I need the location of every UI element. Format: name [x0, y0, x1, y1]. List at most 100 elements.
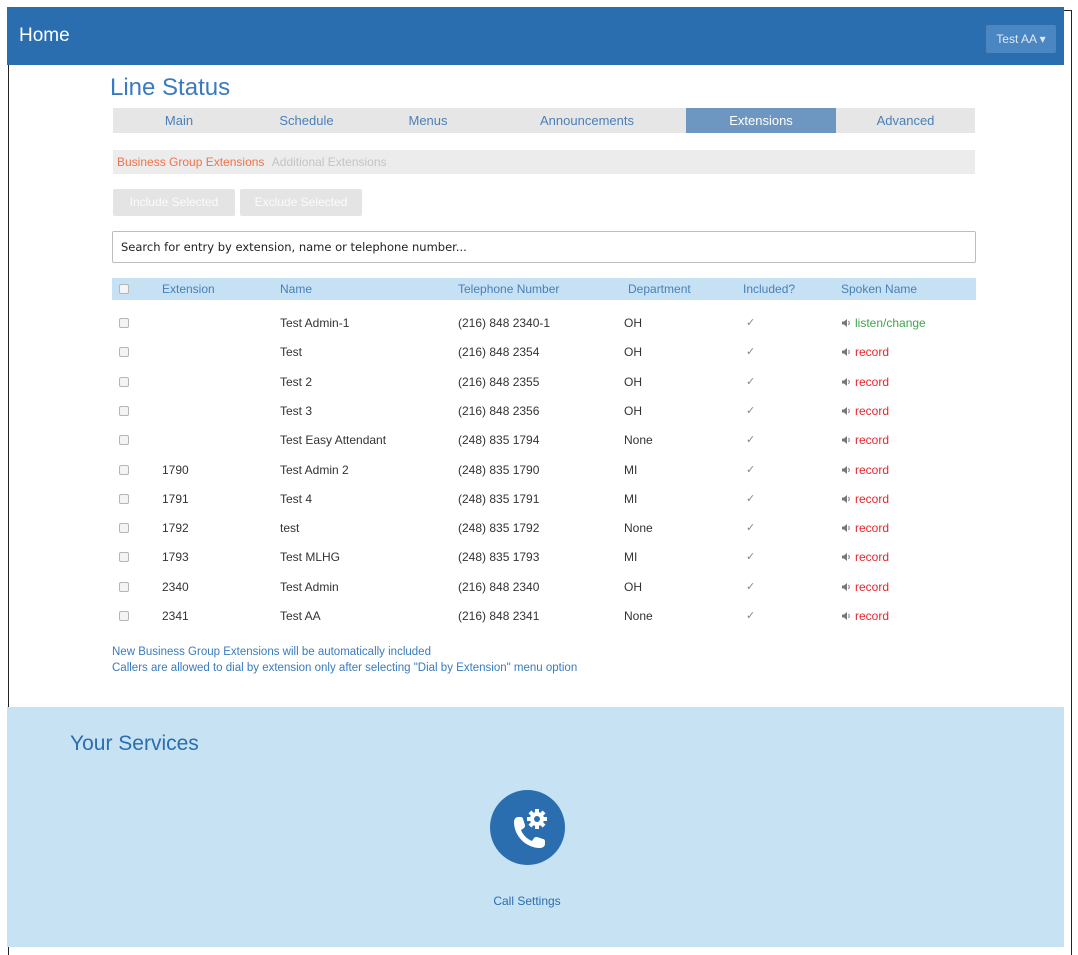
spoken-name-label[interactable]: record — [855, 580, 889, 594]
included-check-icon: ✓ — [746, 464, 756, 476]
cell-name: Test Admin — [280, 580, 339, 594]
cell-telephone-number: (216) 848 2354 — [458, 345, 540, 359]
spoken-name-link[interactable]: record — [841, 488, 889, 510]
tab-menus[interactable]: Menus — [368, 108, 488, 133]
speaker-icon — [842, 378, 850, 386]
speaker-icon — [842, 495, 850, 503]
spoken-name-link[interactable]: record — [841, 429, 889, 451]
spoken-name-label[interactable]: record — [855, 492, 889, 506]
note-dial-by-extension: Callers are allowed to dial by extension… — [112, 662, 578, 674]
services-section: Your Services Call Settings — [7, 707, 1064, 947]
page-title: Line Status — [110, 74, 231, 101]
cell-telephone-number: (216) 848 2356 — [458, 404, 540, 418]
table-row: 1793 Test MLHG (248) 835 1793 MI ✓ record — [112, 546, 976, 568]
table-header: Extension Name Telephone Number Departme… — [112, 278, 976, 300]
spoken-name-link[interactable]: record — [841, 546, 889, 568]
section-tabs: Main Schedule Menus Announcements Extens… — [113, 108, 975, 133]
header-telephone-number[interactable]: Telephone Number — [458, 278, 559, 300]
spoken-name-label[interactable]: record — [855, 463, 889, 477]
spoken-name-link[interactable]: record — [841, 371, 889, 393]
tab-main[interactable]: Main — [113, 108, 245, 133]
call-settings-button[interactable] — [490, 790, 565, 865]
speaker-icon — [842, 407, 850, 415]
spoken-name-label[interactable]: record — [855, 550, 889, 564]
included-check-icon: ✓ — [746, 434, 756, 446]
header-name[interactable]: Name — [280, 278, 312, 300]
tab-advanced[interactable]: Advanced — [836, 108, 975, 133]
subtab-business-group-extensions[interactable]: Business Group Extensions — [117, 155, 264, 169]
included-check-icon: ✓ — [746, 405, 756, 417]
row-checkbox[interactable] — [119, 377, 129, 387]
spoken-name-link[interactable]: record — [841, 400, 889, 422]
table-row: 2341 Test AA (216) 848 2341 None ✓ record — [112, 605, 976, 627]
cell-name: Test MLHG — [280, 550, 341, 564]
speaker-icon — [842, 612, 850, 620]
included-check-icon: ✓ — [746, 346, 756, 358]
row-checkbox[interactable] — [119, 435, 129, 445]
cell-department: None — [624, 433, 653, 447]
spoken-name-link[interactable]: record — [841, 341, 889, 363]
row-checkbox[interactable] — [119, 523, 129, 533]
header-spoken-name[interactable]: Spoken Name — [841, 278, 917, 300]
included-check-icon: ✓ — [746, 610, 756, 622]
table-row: Test Admin-1 (216) 848 2340-1 OH ✓ listen/ch… — [112, 312, 976, 334]
home-link[interactable]: Home — [19, 25, 70, 47]
cell-department: OH — [624, 316, 642, 330]
cell-name: test — [280, 521, 300, 535]
spoken-name-label[interactable]: record — [855, 609, 889, 623]
spoken-name-link[interactable]: record — [841, 459, 889, 481]
tab-schedule[interactable]: Schedule — [245, 108, 368, 133]
spoken-name-label[interactable]: record — [855, 521, 889, 535]
row-checkbox[interactable] — [119, 465, 129, 475]
spoken-name-link[interactable]: record — [841, 605, 889, 627]
spoken-name-link[interactable]: record — [841, 517, 889, 539]
table-row: Test 2 (216) 848 2355 OH ✓ record — [112, 371, 976, 393]
select-all-checkbox[interactable] — [119, 284, 129, 294]
tab-announcements[interactable]: Announcements — [488, 108, 686, 133]
cell-extension: 1791 — [162, 492, 189, 506]
include-selected-button[interactable]: Include Selected — [113, 189, 235, 216]
row-checkbox[interactable] — [119, 347, 129, 357]
cell-extension: 2340 — [162, 580, 189, 594]
cell-department: OH — [624, 580, 642, 594]
call-settings-label[interactable]: Call Settings — [477, 894, 577, 908]
spoken-name-link[interactable]: listen/change — [841, 312, 926, 334]
table-row: Test (216) 848 2354 OH ✓ record — [112, 341, 976, 363]
row-checkbox[interactable] — [119, 582, 129, 592]
cell-name: Test Admin 2 — [280, 463, 349, 477]
search-input[interactable] — [112, 231, 976, 263]
table-row: 1790 Test Admin 2 (248) 835 1790 MI ✓ record — [112, 459, 976, 481]
cell-telephone-number: (216) 848 2341 — [458, 609, 540, 623]
subtab-additional-extensions[interactable]: Additional Extensions — [272, 155, 387, 169]
user-menu-button[interactable]: Test AA ▾ — [986, 25, 1056, 53]
table-row: 1791 Test 4 (248) 835 1791 MI ✓ record — [112, 488, 976, 510]
header-included[interactable]: Included? — [743, 278, 795, 300]
row-checkbox[interactable] — [119, 406, 129, 416]
exclude-selected-button[interactable]: Exclude Selected — [240, 189, 362, 216]
table-row: Test Easy Attendant (248) 835 1794 None ✓ re… — [112, 429, 976, 451]
spoken-name-link[interactable]: record — [841, 576, 889, 598]
row-checkbox[interactable] — [119, 611, 129, 621]
phone-gear-icon — [514, 809, 547, 848]
header-extension[interactable]: Extension — [162, 278, 215, 300]
cell-extension: 2341 — [162, 609, 189, 623]
row-checkbox[interactable] — [119, 494, 129, 504]
header-department[interactable]: Department — [628, 278, 691, 300]
spoken-name-label[interactable]: record — [855, 404, 889, 418]
cell-name: Test Admin-1 — [280, 316, 350, 330]
spoken-name-label[interactable]: record — [855, 375, 889, 389]
included-check-icon: ✓ — [746, 376, 756, 388]
row-checkbox[interactable] — [119, 318, 129, 328]
top-navbar: Home Test AA ▾ — [7, 7, 1064, 65]
cell-telephone-number: (248) 835 1791 — [458, 492, 540, 506]
row-checkbox[interactable] — [119, 552, 129, 562]
note-auto-include: New Business Group Extensions will be au… — [112, 646, 431, 658]
cell-name: Test — [280, 345, 303, 359]
cell-department: None — [624, 521, 653, 535]
cell-department: OH — [624, 345, 642, 359]
tab-extensions[interactable]: Extensions — [686, 108, 836, 133]
spoken-name-label[interactable]: record — [855, 433, 889, 447]
speaker-icon — [842, 436, 850, 444]
spoken-name-label[interactable]: record — [855, 345, 889, 359]
spoken-name-label[interactable]: listen/change — [855, 316, 926, 330]
